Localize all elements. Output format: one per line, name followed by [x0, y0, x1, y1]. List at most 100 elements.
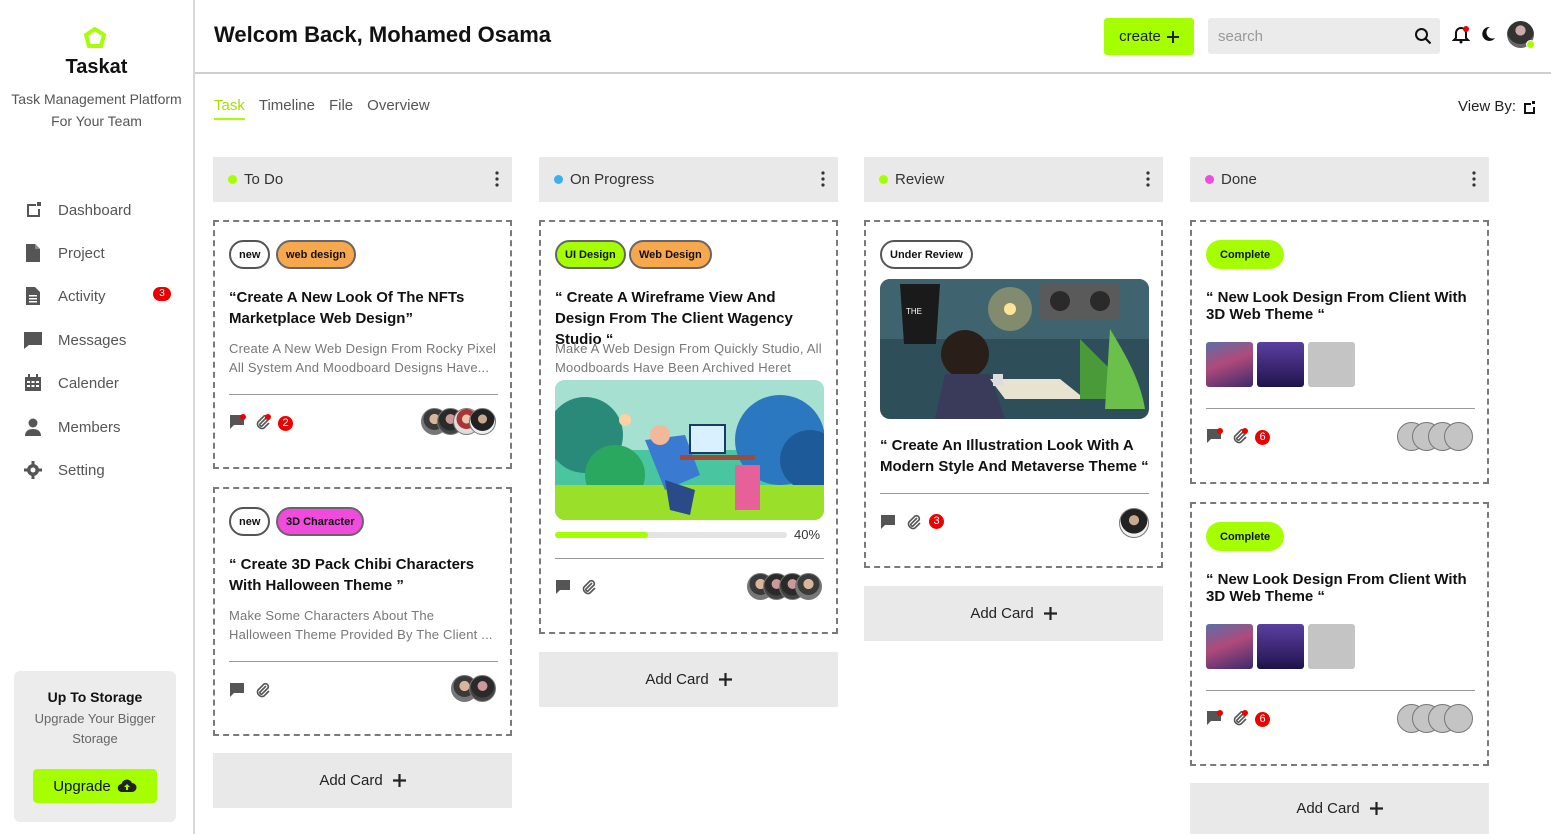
brand-tagline: Task Management Platform For Your Team — [11, 91, 182, 129]
avatar — [469, 675, 496, 702]
tab-timeline[interactable]: Timeline — [259, 97, 315, 120]
sidebar-item-label: Activity — [58, 287, 106, 305]
tab-file[interactable]: File — [329, 97, 353, 120]
attachment-icon[interactable] — [905, 514, 923, 530]
more-vertical-icon[interactable] — [820, 170, 826, 188]
attachment-icon[interactable] — [1231, 428, 1249, 444]
activity-icon — [22, 285, 44, 307]
comment-icon[interactable] — [229, 682, 247, 698]
plus-icon — [1043, 607, 1057, 620]
tag-ui-design: UI Design — [555, 240, 626, 269]
avatar — [1444, 422, 1473, 451]
count-badge: 3 — [929, 514, 944, 529]
card-description: Create A New Web Design From Rocky Pixel… — [229, 341, 497, 375]
task-card[interactable]: Complete “ New Look Design From Client W… — [1190, 502, 1489, 766]
online-status-dot — [1526, 40, 1535, 49]
task-card[interactable]: UI Design Web Design “ Create A Wirefram… — [539, 220, 838, 634]
search-icon[interactable] — [1414, 27, 1432, 45]
activity-badge: 3 — [153, 287, 171, 301]
comment-icon[interactable] — [1206, 710, 1224, 726]
moon-icon[interactable] — [1480, 26, 1496, 42]
add-card-label: Add Card — [645, 671, 709, 688]
attachment-thumbnail[interactable] — [1308, 624, 1355, 669]
progress-label: 40% — [794, 527, 821, 542]
topbar: Welcom Back, Mohamed Osama create — [195, 0, 1551, 74]
card-illustration — [555, 380, 824, 520]
comment-icon[interactable] — [229, 414, 247, 430]
attachment-thumbnail[interactable] — [1257, 624, 1304, 669]
view-by-label: View By: — [1458, 98, 1517, 115]
storage-subtitle: Upgrade Your Bigger Storage — [34, 711, 156, 746]
sidebar-item-dashboard[interactable]: Dashboard — [22, 198, 131, 222]
dashboard-icon — [22, 199, 44, 221]
card-illustration: THE — [880, 279, 1149, 419]
logo-icon — [84, 27, 106, 48]
attachment-thumbnail[interactable] — [1308, 342, 1355, 387]
sidebar-item-messages[interactable]: Messages — [22, 328, 126, 352]
attachment-thumbnail[interactable] — [1206, 342, 1253, 387]
add-card-button[interactable]: Add Card — [1190, 783, 1489, 834]
sidebar-item-label: Setting — [58, 461, 105, 479]
sidebar-item-calender[interactable]: Calender — [22, 371, 119, 395]
task-card[interactable]: Complete “ New Look Design From Client W… — [1190, 220, 1489, 484]
sidebar-item-project[interactable]: Project — [22, 241, 105, 265]
bell-icon[interactable] — [1452, 26, 1470, 44]
sidebar-item-activity[interactable]: Activity — [22, 284, 106, 308]
svg-text:THE: THE — [906, 307, 922, 316]
more-vertical-icon[interactable] — [1471, 170, 1477, 188]
cloud-upload-icon — [117, 779, 137, 793]
attachment-icon[interactable] — [254, 682, 272, 698]
create-button[interactable]: create — [1104, 18, 1194, 55]
upgrade-button[interactable]: Upgrade — [33, 769, 157, 803]
avatar — [1119, 508, 1149, 538]
add-card-button[interactable]: Add Card — [213, 753, 512, 808]
plus-icon — [1166, 30, 1179, 43]
tab-task[interactable]: Task — [214, 97, 245, 120]
more-vertical-icon[interactable] — [1145, 170, 1151, 188]
sidebar-item-label: Messages — [58, 331, 127, 349]
tag-under-review: Under Review — [880, 240, 973, 269]
attachment-icon[interactable] — [580, 579, 598, 595]
calendar-icon — [22, 372, 44, 394]
comment-icon[interactable] — [880, 514, 898, 530]
view-by[interactable]: View By: — [1458, 98, 1536, 115]
card-description: Make Some Characters About The Halloween… — [229, 608, 493, 642]
card-title: “ New Look Design From Client With 3D We… — [1206, 289, 1467, 323]
sidebar-item-label: Project — [58, 244, 105, 262]
card-divider — [229, 394, 498, 395]
column-title: Done — [1221, 171, 1257, 188]
card-title: “ New Look Design From Client With 3D We… — [1206, 571, 1467, 605]
more-vertical-icon[interactable] — [494, 170, 500, 188]
add-card-label: Add Card — [970, 605, 1034, 622]
tag-complete: Complete — [1206, 240, 1285, 269]
sidebar-item-members[interactable]: Members — [22, 415, 121, 439]
card-divider — [880, 493, 1149, 494]
attachment-icon[interactable] — [254, 414, 272, 430]
attachment-thumbnail[interactable] — [1257, 342, 1304, 387]
task-card[interactable]: new web design “Create A New Look Of The… — [213, 220, 512, 469]
add-card-button[interactable]: Add Card — [539, 652, 838, 707]
tag-3d-character: 3D Character — [276, 507, 365, 536]
status-dot — [554, 175, 563, 184]
add-card-button[interactable]: Add Card — [864, 586, 1163, 641]
search-input[interactable] — [1208, 18, 1398, 54]
attachment-thumbnail[interactable] — [1206, 624, 1253, 669]
card-description: Make A Web Design From Quickly Studio, A… — [555, 341, 822, 375]
avatar — [795, 573, 822, 600]
tag-new: new — [229, 240, 271, 269]
task-card[interactable]: new 3D Character “ Create 3D Pack Chibi … — [213, 487, 512, 736]
comment-icon[interactable] — [555, 579, 573, 595]
storage-title: Up To Storage — [47, 689, 143, 705]
card-title: “Create A New Look Of The NFTs Marketpla… — [229, 289, 465, 327]
comment-icon[interactable] — [1206, 428, 1224, 444]
count-badge: 6 — [1255, 712, 1270, 727]
column-header-review: Review — [864, 157, 1163, 202]
tab-overview[interactable]: Overview — [367, 97, 430, 120]
sidebar-item-setting[interactable]: Setting — [22, 458, 105, 482]
search-box — [1208, 18, 1440, 54]
column-title: Review — [895, 171, 945, 188]
brand-name: Taskat — [65, 56, 128, 78]
task-card[interactable]: Under Review THE “ Create An Illustratio… — [864, 220, 1163, 568]
attachment-icon[interactable] — [1231, 710, 1249, 726]
gear-icon — [22, 459, 44, 481]
